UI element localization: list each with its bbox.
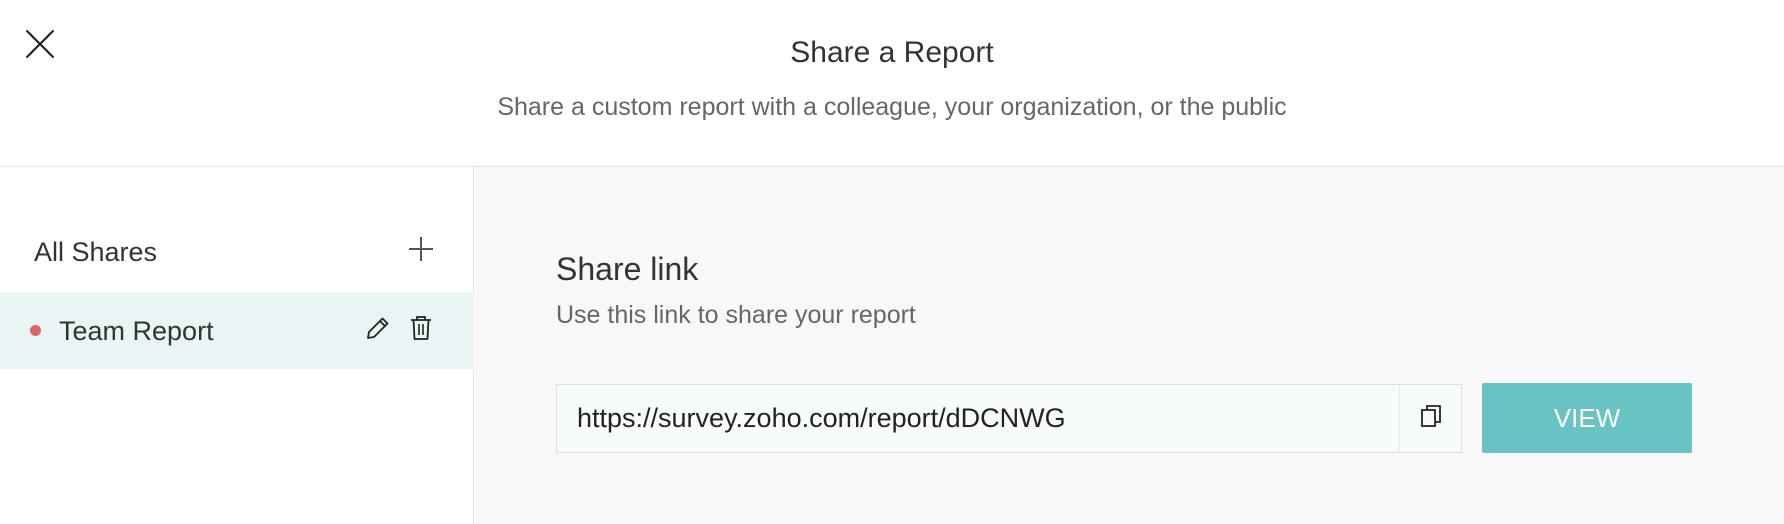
share-link-value[interactable]: https://survey.zoho.com/report/dDCNWG xyxy=(577,403,1066,434)
page-title: Share a Report xyxy=(790,36,994,69)
modal-header: Share a Report Share a custom report wit… xyxy=(0,0,1784,167)
shares-sidebar: All Shares Team Report xyxy=(0,167,474,524)
edit-button[interactable] xyxy=(364,316,392,344)
trash-icon xyxy=(409,314,433,347)
share-link-panel: Share link Use this link to share your r… xyxy=(475,167,1784,524)
section-title: Share link xyxy=(556,251,699,287)
copy-link-button[interactable] xyxy=(1399,385,1461,452)
pencil-icon xyxy=(365,315,391,346)
add-share-button[interactable] xyxy=(403,233,439,269)
status-dot xyxy=(30,325,41,336)
section-description: Use this link to share your report xyxy=(556,301,916,329)
sidebar-header: All Shares xyxy=(0,227,474,277)
sidebar-item-team-report[interactable]: Team Report xyxy=(0,292,474,369)
copy-icon xyxy=(1419,403,1443,434)
delete-button[interactable] xyxy=(407,315,435,345)
view-button[interactable]: VIEW xyxy=(1482,383,1692,453)
sidebar-item-label: Team Report xyxy=(59,316,214,346)
share-link-field[interactable]: https://survey.zoho.com/report/dDCNWG xyxy=(556,384,1462,453)
page-subtitle: Share a custom report with a colleague, … xyxy=(497,93,1287,121)
sidebar-heading: All Shares xyxy=(34,237,158,267)
plus-icon xyxy=(407,235,435,268)
